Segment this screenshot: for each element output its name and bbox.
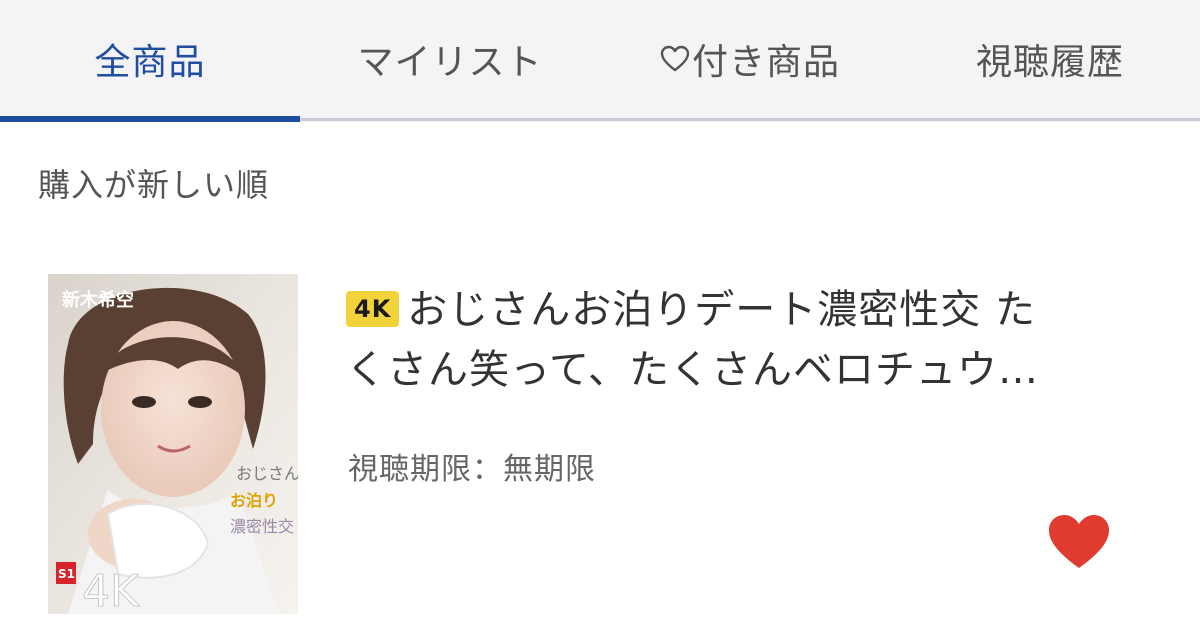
tab-label: 視聴履歴	[975, 42, 1124, 83]
title-text-1: おじさんお泊りデート濃密性交 た	[407, 287, 1037, 333]
s1-logo-text: S1	[58, 567, 75, 581]
active-tab-indicator	[0, 116, 300, 122]
product-title-line-2: くさん笑って、たくさんベロチュウ…	[346, 347, 1039, 393]
product-title[interactable]: 4K おじさんお泊りデート濃密性交 た くさん笑って、たくさんベロチュウ…	[346, 280, 1146, 400]
4k-badge: 4K	[346, 291, 400, 327]
viewing-expiry: 視聴期限：無期限	[348, 452, 596, 487]
thumbnail-actress-name: 新木希空	[62, 289, 134, 311]
thumbnail-side-text: 濃密性交	[230, 517, 294, 536]
product-title-line-1: 4K おじさんお泊りデート濃密性交 た	[346, 280, 1146, 340]
tab-my-list[interactable]: マイリスト	[300, 0, 600, 118]
product-thumbnail[interactable]: 新木希空 おじさん お泊り 濃密性交 S1 4K	[48, 274, 298, 614]
thumbnail-4k-text: 4K	[82, 566, 140, 614]
tab-view-history[interactable]: 視聴履歴	[900, 0, 1200, 118]
sort-order-label[interactable]: 購入が新しい順	[38, 160, 269, 206]
favorite-heart-icon[interactable]	[1046, 512, 1112, 572]
tab-label: マイリスト	[357, 42, 543, 83]
tab-label: 全商品	[94, 42, 206, 83]
thumbnail-side-text: お泊り	[230, 491, 278, 510]
heart-outline-icon	[660, 45, 690, 73]
tab-hearted-products[interactable]: 付き商品	[600, 0, 900, 118]
tab-bar: 全商品 マイリスト 付き商品 視聴履歴	[0, 0, 1200, 122]
thumbnail-side-text: おじさん	[236, 464, 298, 483]
product-item[interactable]: 新木希空 おじさん お泊り 濃密性交 S1 4K 4K おじさんお泊りデート濃密性…	[0, 262, 1200, 632]
tab-label: 付き商品	[691, 42, 840, 83]
tab-all-products[interactable]: 全商品	[0, 0, 300, 118]
